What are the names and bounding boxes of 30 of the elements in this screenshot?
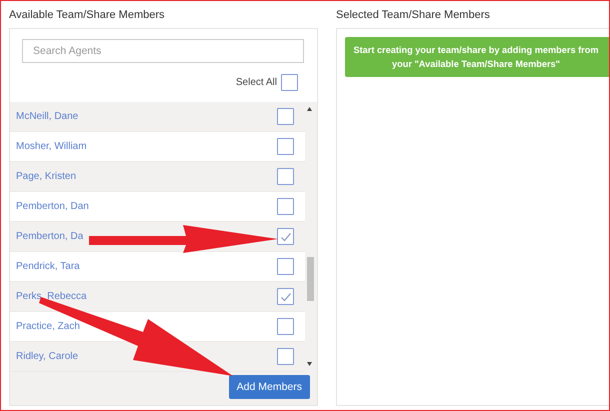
checkbox[interactable] bbox=[277, 198, 294, 215]
member-name[interactable]: Perks, Rebecca bbox=[16, 291, 87, 302]
check-icon bbox=[281, 233, 291, 242]
scroll-up-icon[interactable] bbox=[307, 107, 312, 111]
checkbox[interactable] bbox=[277, 288, 294, 305]
checkbox[interactable] bbox=[277, 168, 294, 185]
check-icon bbox=[281, 293, 291, 302]
checkbox[interactable] bbox=[277, 318, 294, 335]
section-title: Available Team/Share Members bbox=[9, 9, 166, 23]
member-name[interactable]: Mosher, William bbox=[16, 141, 87, 152]
checkbox[interactable] bbox=[277, 108, 294, 125]
member-name[interactable]: Page, Kristen bbox=[16, 171, 76, 182]
member-name[interactable]: McNeill, Dane bbox=[16, 111, 78, 122]
section-title: Selected Team/Share Members bbox=[336, 9, 491, 23]
member-name[interactable]: Pemberton, Da bbox=[16, 231, 84, 242]
scrollbar-thumb[interactable] bbox=[307, 257, 314, 301]
info-message: Start creating your team/share by adding members from your "Available Team/Share Members" bbox=[345, 37, 609, 77]
member-name[interactable]: Pemberton, Dan bbox=[16, 201, 89, 212]
checkbox[interactable] bbox=[277, 228, 294, 245]
checkbox[interactable] bbox=[277, 258, 294, 275]
member-name[interactable]: Practice, Zach bbox=[16, 321, 80, 332]
select-all-label: Select All bbox=[236, 77, 277, 88]
add-members-button[interactable]: Add Members bbox=[228, 375, 310, 399]
checkbox[interactable] bbox=[277, 138, 294, 155]
search-field[interactable]: Search Agents bbox=[22, 39, 304, 63]
scroll-down-icon[interactable] bbox=[307, 362, 312, 366]
member-name[interactable]: Pendrick, Tara bbox=[16, 261, 80, 272]
checkbox[interactable] bbox=[281, 74, 298, 91]
checkbox[interactable] bbox=[277, 348, 294, 365]
member-name[interactable]: Ridley, Carole bbox=[16, 351, 78, 362]
